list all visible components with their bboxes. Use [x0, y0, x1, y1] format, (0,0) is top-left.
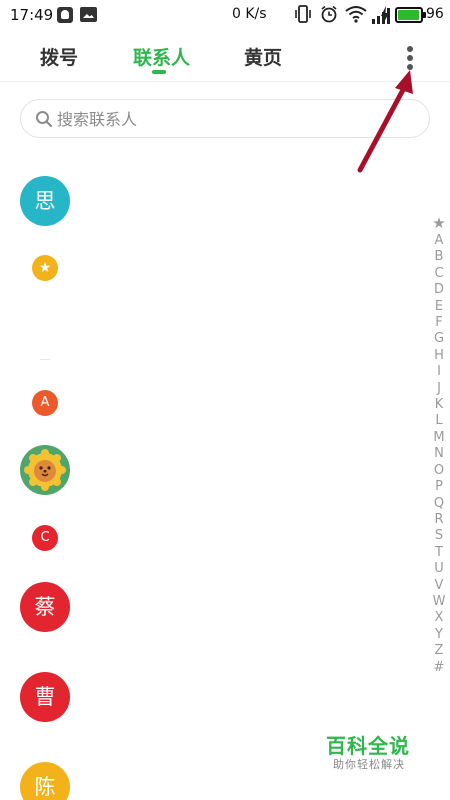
charging-icon	[381, 6, 389, 24]
active-tab-indicator	[152, 70, 166, 74]
vibrate-icon	[295, 5, 311, 23]
status-time: 17:49	[10, 6, 54, 24]
alphabet-index-letter[interactable]: Q	[434, 496, 444, 512]
alphabet-index-letter[interactable]: Z	[435, 643, 444, 659]
alphabet-index-letter[interactable]: X	[435, 610, 444, 626]
alphabet-index-letter[interactable]: #	[434, 660, 445, 676]
contact-avatar-cao[interactable]: 曹	[20, 672, 70, 722]
tab-contacts[interactable]: 联系人	[133, 43, 190, 70]
alphabet-index-letter[interactable]: K	[435, 397, 444, 413]
tab-yellow-pages[interactable]: 黄页	[244, 43, 282, 70]
alphabet-index-letter[interactable]: G	[434, 331, 444, 347]
alphabet-index-letter[interactable]: T	[435, 545, 443, 561]
image-icon	[80, 7, 97, 22]
alphabet-index-letter[interactable]: L	[435, 413, 442, 429]
status-bar: 17:49 0 K/s 96	[0, 0, 450, 30]
wifi-icon	[345, 6, 367, 23]
battery-level: 96	[426, 6, 444, 22]
alphabet-index-letter[interactable]: C	[434, 266, 443, 282]
divider	[40, 359, 50, 360]
section-header-a: A	[32, 390, 58, 416]
contact-avatar-lion[interactable]	[20, 445, 70, 495]
alphabet-index-letter[interactable]: B	[435, 249, 444, 265]
annotation-arrow-icon	[357, 70, 413, 173]
lion-avatar-icon	[24, 449, 66, 491]
alphabet-index-letter[interactable]: R	[434, 512, 443, 528]
net-speed: 0 K/s	[232, 6, 267, 22]
watermark-title: 百科全说	[326, 734, 410, 758]
more-dot-icon	[407, 46, 413, 52]
alphabet-index-letter[interactable]: P	[435, 479, 443, 495]
alphabet-index-letter[interactable]: ★	[432, 214, 445, 233]
alphabet-index[interactable]: ★ A B C D E F G H I J K L M N O P Q R S T U V W X Y Z #	[428, 214, 450, 676]
alarm-icon	[321, 5, 337, 23]
alphabet-index-letter[interactable]: E	[435, 299, 443, 315]
alphabet-index-letter[interactable]: S	[435, 528, 443, 544]
alphabet-index-letter[interactable]: F	[435, 315, 442, 331]
battery-fill	[398, 10, 420, 20]
contact-avatar-si[interactable]: 思	[20, 176, 70, 226]
battery-icon	[395, 7, 423, 23]
alphabet-index-letter[interactable]: O	[434, 463, 444, 479]
alphabet-index-letter[interactable]: M	[433, 430, 444, 446]
alphabet-index-letter[interactable]: A	[435, 233, 444, 249]
alphabet-index-letter[interactable]: D	[434, 282, 444, 298]
search-icon	[36, 111, 53, 128]
notification-icon	[57, 7, 73, 23]
watermark-subtitle: 助你轻松解决	[333, 758, 405, 771]
alphabet-index-letter[interactable]: H	[434, 348, 444, 364]
contact-avatar-chen[interactable]: 陈	[20, 762, 70, 800]
alphabet-index-letter[interactable]: U	[434, 561, 444, 577]
tab-dial[interactable]: 拨号	[40, 43, 78, 70]
alphabet-index-letter[interactable]: N	[434, 446, 444, 462]
contact-avatar-cai[interactable]: 蔡	[20, 582, 70, 632]
alphabet-index-letter[interactable]: Y	[435, 627, 443, 643]
alphabet-index-letter[interactable]: W	[433, 594, 446, 610]
section-header-c: C	[32, 525, 58, 551]
more-dot-icon	[407, 55, 413, 61]
alphabet-index-letter[interactable]: I	[437, 364, 441, 380]
alphabet-index-letter[interactable]: J	[437, 381, 441, 397]
alphabet-index-letter[interactable]: V	[435, 578, 444, 594]
section-header-starred: ★	[32, 255, 58, 281]
